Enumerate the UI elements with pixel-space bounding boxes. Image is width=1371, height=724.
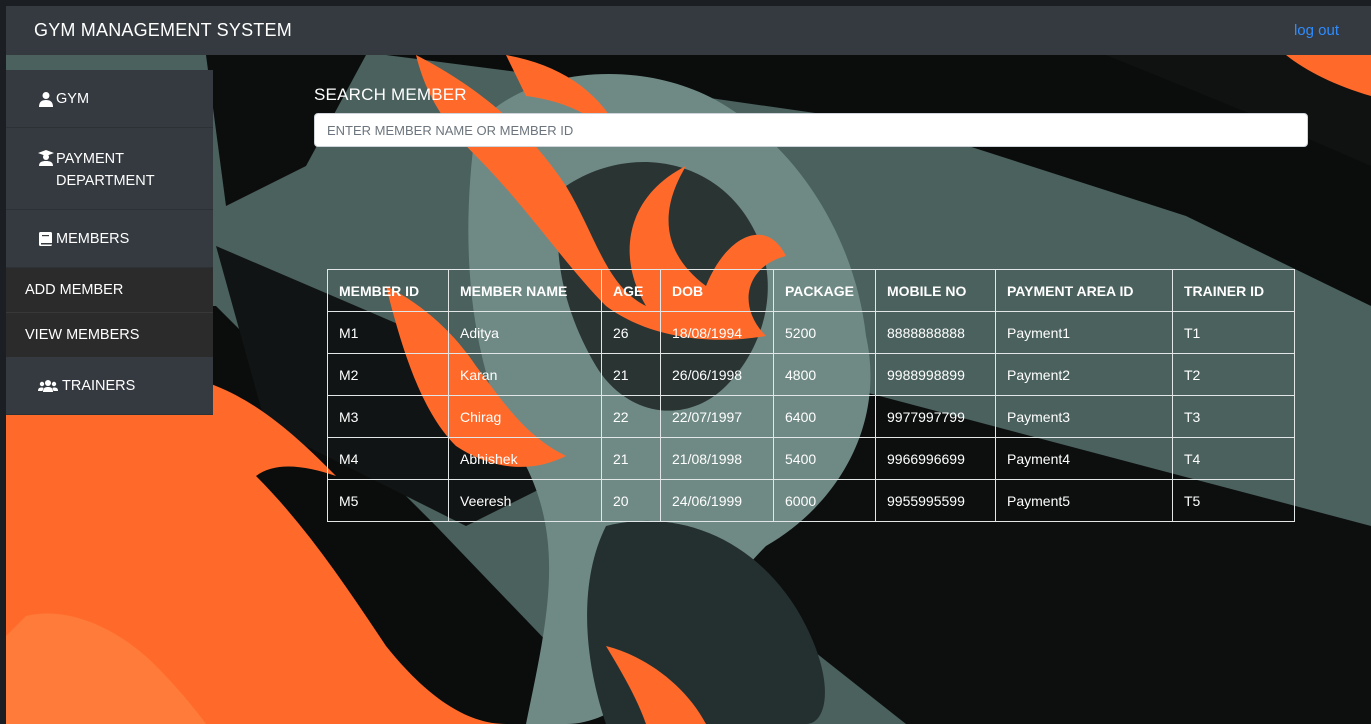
- column-header: DOB: [660, 269, 774, 312]
- cell-member-id: M4: [327, 437, 449, 480]
- cell-member-name: Aditya: [448, 311, 602, 354]
- app-title: GYM MANAGEMENT SYSTEM: [34, 20, 292, 40]
- cell-dob: 26/06/1998: [660, 353, 774, 396]
- cell-trainer-id: T5: [1172, 479, 1295, 522]
- cell-age: 26: [601, 311, 661, 354]
- members-submenu: ADD MEMBER VIEW MEMBERS: [6, 268, 213, 357]
- cell-payment-area: Payment1: [995, 311, 1173, 354]
- cell-member-id: M3: [327, 395, 449, 438]
- sidebar: GYM PAYMENT DEPARTMENT MEMBERS ADD MEMBE…: [6, 70, 213, 415]
- search-input[interactable]: [314, 113, 1308, 147]
- table-row: M5 Veeresh 20 24/06/1999 6000 9955995599…: [327, 479, 1295, 522]
- cell-package: 4800: [773, 353, 876, 396]
- user-icon: [38, 91, 54, 107]
- table-row: M4 Abhishek 21 21/08/1998 5400 996699669…: [327, 437, 1295, 480]
- cell-trainer-id: T4: [1172, 437, 1295, 480]
- submenu-view-members[interactable]: VIEW MEMBERS: [6, 313, 213, 357]
- sidebar-item-label: PAYMENT DEPARTMENT: [56, 151, 155, 189]
- cell-trainer-id: T3: [1172, 395, 1295, 438]
- sidebar-item-trainers[interactable]: TRAINERS: [6, 357, 213, 415]
- logout-link[interactable]: log out: [1294, 22, 1339, 39]
- cell-mobile: 9955995599: [875, 479, 996, 522]
- table-row: M1 Aditya 26 18/08/1994 5200 8888888888 …: [327, 311, 1295, 354]
- cell-mobile: 9988998899: [875, 353, 996, 396]
- column-header: PAYMENT AREA ID: [995, 269, 1173, 312]
- cell-age: 22: [601, 395, 661, 438]
- sidebar-item-label: MEMBERS: [56, 230, 130, 247]
- cell-payment-area: Payment4: [995, 437, 1173, 480]
- cell-member-name: Veeresh: [448, 479, 602, 522]
- submenu-add-member[interactable]: ADD MEMBER: [6, 268, 213, 313]
- sidebar-item-members[interactable]: MEMBERS: [6, 210, 213, 268]
- column-header: AGE: [601, 269, 661, 312]
- sidebar-item-label: GYM: [56, 90, 90, 107]
- table-row: M3 Chirag 22 22/07/1997 6400 9977997799 …: [327, 395, 1295, 438]
- cell-mobile: 9966996699: [875, 437, 996, 480]
- sidebar-item-gym[interactable]: GYM: [6, 70, 213, 128]
- users-icon: [38, 378, 58, 394]
- table-row: M2 Karan 21 26/06/1998 4800 9988998899 P…: [327, 353, 1295, 396]
- graduate-icon: [38, 150, 54, 166]
- cell-mobile: 8888888888: [875, 311, 996, 354]
- sidebar-item-label: TRAINERS: [62, 377, 136, 394]
- search-label: SEARCH MEMBER: [314, 85, 467, 104]
- cell-trainer-id: T1: [1172, 311, 1295, 354]
- book-icon: [38, 231, 54, 247]
- cell-age: 21: [601, 437, 661, 480]
- cell-payment-area: Payment3: [995, 395, 1173, 438]
- cell-package: 5400: [773, 437, 876, 480]
- cell-dob: 22/07/1997: [660, 395, 774, 438]
- column-header: TRAINER ID: [1172, 269, 1295, 312]
- cell-member-id: M1: [327, 311, 449, 354]
- cell-member-id: M5: [327, 479, 449, 522]
- cell-age: 20: [601, 479, 661, 522]
- top-navbar: GYM MANAGEMENT SYSTEM log out: [6, 6, 1371, 55]
- cell-dob: 18/08/1994: [660, 311, 774, 354]
- cell-member-name: Chirag: [448, 395, 602, 438]
- column-header: PACKAGE: [773, 269, 876, 312]
- members-table: MEMBER ID MEMBER NAME AGE DOB PACKAGE MO…: [327, 269, 1295, 522]
- cell-trainer-id: T2: [1172, 353, 1295, 396]
- cell-mobile: 9977997799: [875, 395, 996, 438]
- cell-age: 21: [601, 353, 661, 396]
- cell-dob: 24/06/1999: [660, 479, 774, 522]
- sidebar-item-payment-department[interactable]: PAYMENT DEPARTMENT: [6, 128, 213, 210]
- cell-package: 5200: [773, 311, 876, 354]
- app-frame: GYM MANAGEMENT SYSTEM log out GYM PAYMEN…: [6, 6, 1371, 724]
- column-header: MEMBER NAME: [448, 269, 602, 312]
- table-header-row: MEMBER ID MEMBER NAME AGE DOB PACKAGE MO…: [327, 269, 1295, 312]
- cell-payment-area: Payment2: [995, 353, 1173, 396]
- cell-payment-area: Payment5: [995, 479, 1173, 522]
- cell-member-name: Abhishek: [448, 437, 602, 480]
- cell-package: 6000: [773, 479, 876, 522]
- column-header: MOBILE NO: [875, 269, 996, 312]
- cell-member-name: Karan: [448, 353, 602, 396]
- cell-dob: 21/08/1998: [660, 437, 774, 480]
- column-header: MEMBER ID: [327, 269, 449, 312]
- cell-package: 6400: [773, 395, 876, 438]
- cell-member-id: M2: [327, 353, 449, 396]
